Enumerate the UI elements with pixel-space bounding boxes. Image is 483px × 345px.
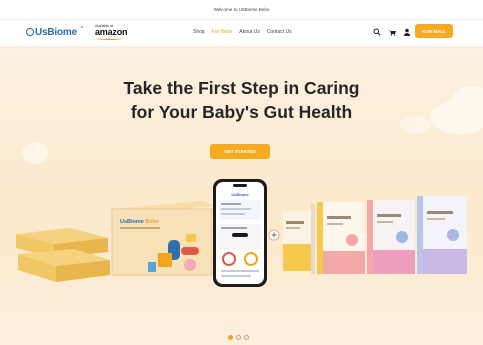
announcement-bar: Welcome to USBiome Bebe [0,0,483,20]
nav-item-about-us[interactable]: About Us [239,29,260,35]
plus-icon [268,229,280,241]
site-header: UsBiome •• Available at amazon Shop For … [0,20,483,46]
carousel-pagination [228,335,249,340]
cart-icon[interactable] [387,27,396,36]
hero-banner: Take the First Step in Caring for Your B… [0,46,483,345]
phone-brand-label: UsBiome [231,192,249,197]
carousel-dot[interactable] [236,335,241,340]
amazon-smile-icon [96,37,122,40]
search-icon[interactable] [372,27,381,36]
brand-logo[interactable]: UsBiome •• [26,24,83,38]
nav-item-contact-us[interactable]: Contact Us [267,29,292,35]
kor-mall-button[interactable]: KOR MALL [415,24,453,38]
test-kit-box: UsBiome Bebe [111,201,214,276]
logo-mark-icon [26,28,34,36]
carousel-dot[interactable] [244,335,249,340]
phone-mockup: UsBiome [213,179,267,287]
amazon-wordmark: amazon [95,27,128,37]
carousel-dot[interactable] [228,335,233,340]
main-nav: Shop For Bebe About Us Contact Us [193,29,292,35]
logo-dots-icon: •• [80,24,84,29]
kit-brand-label: UsBiome Bebe [120,219,159,225]
announcement-text: Welcome to USBiome Bebe [213,7,270,12]
nav-item-shop[interactable]: Shop [193,29,205,35]
amazon-badge[interactable]: Available at amazon [95,24,135,40]
logo-text: UsBiome [35,27,77,38]
supplement-boxes [283,196,467,274]
user-icon[interactable] [402,27,411,36]
stacked-kit-boxes [16,228,110,282]
product-showcase-image: UsBiome Bebe UsBiome [16,179,467,287]
nav-item-for-bebe[interactable]: For Bebe [212,29,233,35]
header-icons [372,27,411,36]
